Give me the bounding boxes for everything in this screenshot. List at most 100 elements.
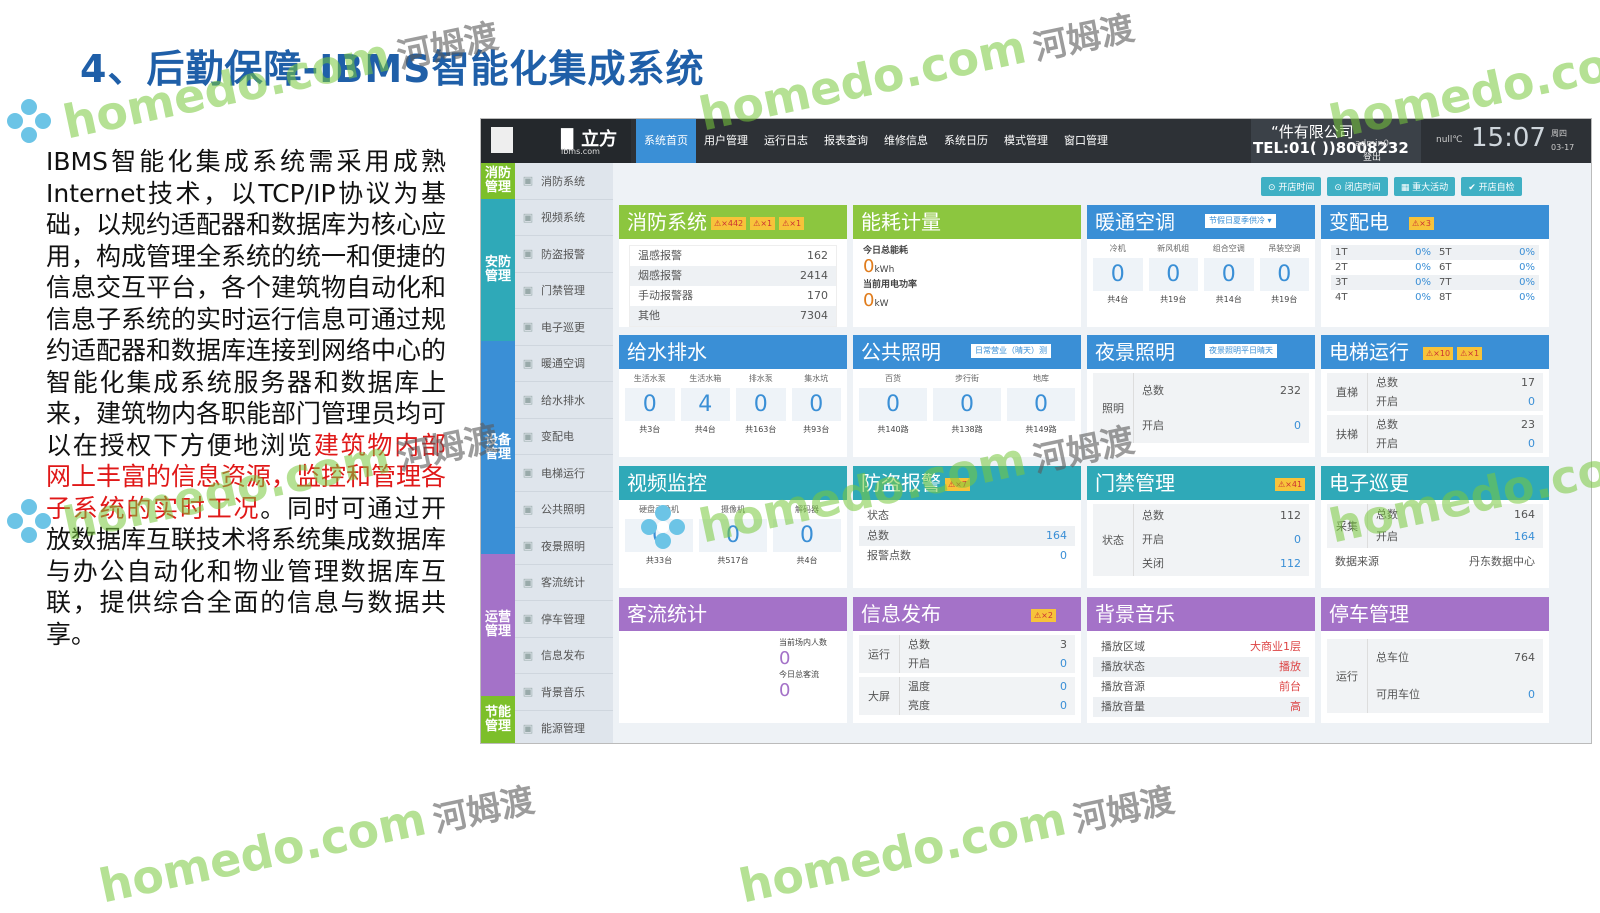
table-row: 开启 0: [1134, 528, 1309, 552]
sidebar-item[interactable]: ▣ 公共照明: [515, 491, 613, 528]
card-water[interactable]: 给水排水 生活水泵 0 共3台 生活水箱 4 共4台 排水泵 0 共163台 集水坑 0 共93台: [619, 335, 847, 457]
card-parking-header: 停车管理: [1321, 597, 1549, 631]
night-mode-dropdown[interactable]: 夜景照明平日晴天: [1205, 344, 1277, 358]
energy-value-2: 0: [863, 290, 875, 311]
card-hvac[interactable]: 暖通空调 节假日夏季供冷 ▾ 冷机 0 共4台 新风机组 0 共19台 组合空调 0 共14台 吊装…: [1087, 205, 1315, 327]
card-night-header: 夜景照明 夜景照明平日晴天: [1087, 335, 1315, 369]
sidebar-item-label: 能源管理: [541, 722, 585, 736]
traffic-body: 当前场内人数 0 今日总客流 0: [619, 631, 847, 701]
group-rows: 温度 0 亮度 0: [900, 677, 1075, 715]
ibms-dashboard: ▉ 立方 ibms.com 系统首页 用户管理 运行日志 报表查询 维修信息 系统日历 模式…: [480, 118, 1592, 744]
menu-icon: ▣: [522, 210, 534, 224]
group-label: 扶梯: [1327, 415, 1368, 453]
sidebar-item[interactable]: ▣ 能源管理: [515, 710, 613, 743]
sidebar-item[interactable]: ▣ 电子巡更: [515, 309, 613, 346]
card-info-title: 信息发布: [861, 602, 941, 626]
card-traffic[interactable]: 客流统计 当前场内人数 0 今日总客流 0: [619, 597, 847, 723]
sidebar-item[interactable]: ▣ 电梯运行: [515, 455, 613, 492]
card-music[interactable]: 背景音乐 播放区域 大商业1层 播放状态 播放 播放音源 前台 播放音量 高: [1087, 597, 1315, 723]
sidebar-item[interactable]: ▣ 信息发布: [515, 637, 613, 674]
sidebar-item[interactable]: ▣ 暖通空调: [515, 345, 613, 382]
group-rows: 总数 23 开启 0: [1368, 415, 1543, 453]
sidebar-item-label: 背景音乐: [541, 685, 585, 699]
company-info: “件有限公司 TEL:01( ))8008232 admin0 登出: [1251, 119, 1421, 163]
card-access[interactable]: 门禁管理 ⚠×41 状态 总数 112 开启 0 关闭 112: [1087, 466, 1315, 588]
nav-item[interactable]: 运行日志: [756, 119, 816, 163]
group-label: 采集: [1327, 504, 1368, 548]
info-group-2: 大屏 温度 0 亮度 0: [859, 677, 1075, 715]
energy-label-2: 当前用电功率: [863, 280, 918, 290]
row-label: 总车位: [1376, 651, 1409, 664]
lighting-mode-dropdown[interactable]: 日常营业（晴天）测: [971, 344, 1051, 358]
sidebar-item[interactable]: ▣ 背景音乐: [515, 674, 613, 711]
row-value: 7304: [800, 309, 828, 322]
stat-total: 共19台: [1271, 295, 1298, 304]
watermark-7: homedo.com河姆渡: [94, 769, 538, 913]
card-video[interactable]: 视频监控 硬盘录像机 0 共33台 摄像机 0 共517台 解码器 0 共4台: [619, 466, 847, 588]
card-power[interactable]: 变配电 ⚠×3 1T 0% 5T 0% 2T 0% 6T 0% 3T 0% 7T 0% 4T 0% 8T 0%: [1321, 205, 1549, 327]
row-label: 播放区域: [1101, 640, 1145, 653]
sidebar-item[interactable]: ▣ 客流统计: [515, 564, 613, 601]
card-fire[interactable]: 消防系统 ⚠×442 ⚠×1 ⚠×1 温感报警 162 烟感报警 2414 手动报警器 17…: [619, 205, 847, 327]
nav-item[interactable]: 系统日历: [936, 119, 996, 163]
card-hvac-header: 暖通空调 节假日夏季供冷 ▾: [1087, 205, 1315, 239]
watermark-cn: 河姆渡: [1069, 780, 1178, 841]
card-patrol[interactable]: 电子巡更 采集 总数 164 开启 164 数据来源 丹东数据中心: [1321, 466, 1549, 588]
sidebar-item[interactable]: ▣ 停车管理: [515, 601, 613, 638]
quick-button[interactable]: ▦ 重大活动: [1393, 177, 1456, 196]
nav-item[interactable]: 维修信息: [876, 119, 936, 163]
sidebar-item[interactable]: ▣ 变配电: [515, 418, 613, 455]
group-label: 运行: [859, 635, 900, 673]
menu-icon: ▣: [522, 429, 534, 443]
card-elevator[interactable]: 电梯运行 ⚠×10 ⚠×1 直梯 总数 17 开启 0 扶梯 总数 23 开启 0: [1321, 335, 1549, 457]
elevator-group-1: 直梯 总数 17 开启 0: [1327, 373, 1543, 411]
nav-item[interactable]: 用户管理: [696, 119, 756, 163]
cat-equipment: 设备管理: [481, 341, 515, 554]
card-alarm-header: 防盗报警 ⚠×7: [853, 466, 1081, 500]
main-nav: 系统首页 用户管理 运行日志 报表查询 维修信息 系统日历 模式管理 窗口管理: [636, 119, 1116, 163]
sidebar-item[interactable]: ▣ 夜景照明: [515, 528, 613, 565]
sidebar-item-label: 给水排水: [541, 393, 585, 407]
quick-button[interactable]: ⊙ 开店时间: [1261, 177, 1322, 196]
row-label: 温感报警: [638, 249, 682, 262]
sidebar-item[interactable]: ▣ 视频系统: [515, 199, 613, 236]
card-info[interactable]: 信息发布 ⚠×2 运行 总数 3 开启 0 大屏 温度 0 亮度 0: [853, 597, 1081, 723]
quick-button[interactable]: ✔ 开店自检: [1461, 177, 1522, 196]
nav-item[interactable]: 模式管理: [996, 119, 1056, 163]
card-alarm[interactable]: 防盗报警 ⚠×7 状态 总数 164 报警点数 0: [853, 466, 1081, 588]
card-energy[interactable]: 能耗计量 今日总能耗 0kWh 当前用电功率 0kW: [853, 205, 1081, 327]
card-elevator-title: 电梯运行: [1329, 340, 1409, 364]
quick-button[interactable]: ⊙ 闭店时间: [1327, 177, 1388, 196]
sidebar-item-label: 消防系统: [541, 174, 585, 188]
table-row: 开启 0: [900, 654, 1075, 673]
card-parking[interactable]: 停车管理 运行 总车位 764 可用车位 0: [1321, 597, 1549, 723]
card-water-header: 给水排水: [619, 335, 847, 369]
stat-block: 生活水泵 0 共3台: [625, 373, 675, 435]
hvac-mode-dropdown[interactable]: 节假日夏季供冷 ▾: [1205, 214, 1276, 228]
row-value: 前台: [1279, 680, 1301, 693]
row-value: 高: [1290, 700, 1301, 713]
card-night-lighting[interactable]: 夜景照明 夜景照明平日晴天 照明 总数 232 开启 0: [1087, 335, 1315, 457]
row-value: 0: [1528, 395, 1535, 408]
nav-item[interactable]: 窗口管理: [1056, 119, 1116, 163]
row-value: 164: [1046, 529, 1067, 542]
sidebar-item[interactable]: ▣ 给水排水: [515, 382, 613, 419]
energy-value-2-row: 0kW: [863, 290, 1071, 311]
sidebar-item[interactable]: ▣ 消防系统: [515, 163, 613, 200]
sidebar-item[interactable]: ▣ 防盗报警: [515, 236, 613, 273]
sidebar-item[interactable]: ▣ 门禁管理: [515, 272, 613, 309]
row-value: 23: [1521, 418, 1535, 431]
row-label: 其他: [638, 309, 660, 322]
fire-table: 温感报警 162 烟感报警 2414 手动报警器 170 其他 7304: [629, 245, 837, 327]
card-lighting[interactable]: 公共照明 日常营业（晴天）测 百货 0 共140路 步行街 0 共138路 地库 0 共149路: [853, 335, 1081, 457]
stat-block: 吊装空调 0 共19台: [1259, 243, 1309, 305]
logout-link[interactable]: 登出: [1363, 150, 1381, 163]
watermark-flower-icon: [7, 99, 51, 143]
stat-block: 组合空调 0 共14台: [1204, 243, 1254, 305]
table-row: 总数 23: [1368, 415, 1543, 434]
power-cell: 4T: [1331, 290, 1383, 305]
table-row: 总数 112: [1134, 504, 1309, 528]
sidebar: 消防管理 安防管理 设备管理 运营管理 节能管理 ▣ 消防系统 ▣ 视频系统 ▣ 防盗报警…: [481, 163, 613, 743]
nav-item[interactable]: 报表查询: [816, 119, 876, 163]
nav-item[interactable]: 系统首页: [636, 119, 696, 163]
